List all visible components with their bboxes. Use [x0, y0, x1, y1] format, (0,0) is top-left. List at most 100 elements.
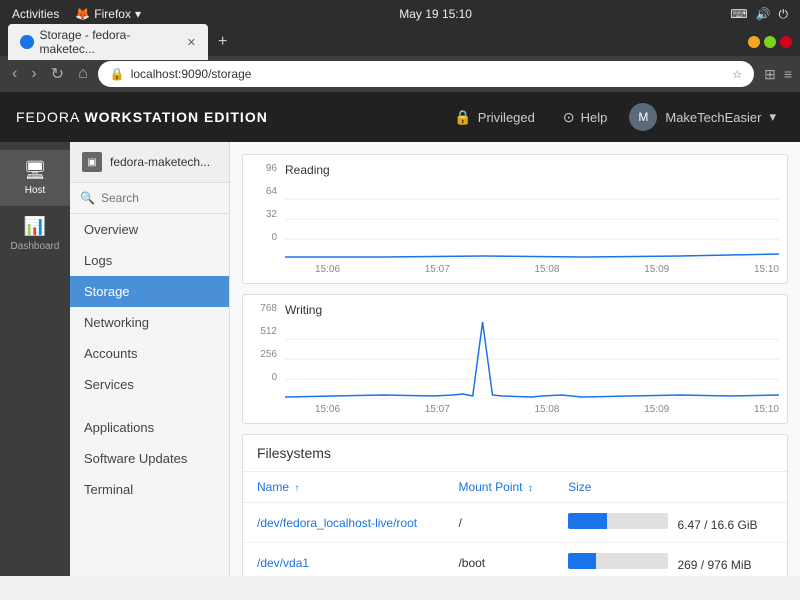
reading-chart-area: Reading 15:06 15:07	[285, 163, 779, 275]
tab-favicon	[20, 35, 34, 49]
progress-bar	[568, 553, 668, 569]
writing-chart-area: Writing 15:06 15:07	[285, 303, 779, 415]
nav-services[interactable]: Services	[70, 369, 229, 400]
title-bar: Storage - fedora-maketec... ✕ +	[0, 28, 800, 56]
help-icon: ⊙	[563, 109, 575, 126]
activities-button[interactable]: Activities	[12, 7, 59, 21]
sidebar-item-label: Dashboard	[11, 241, 60, 252]
fs-mount: /boot	[444, 543, 554, 577]
nav-section-2: Applications Software Updates Terminal	[70, 412, 229, 505]
clock: May 19 15:10	[399, 7, 472, 21]
nav-accounts[interactable]: Accounts	[70, 338, 229, 369]
window-controls	[748, 36, 792, 48]
help-label: Help	[581, 110, 608, 125]
writing-chart-wrapper: 768 512 256 0 Writing	[251, 303, 779, 415]
close-button[interactable]	[780, 36, 792, 48]
reading-chart-title: Reading	[285, 163, 779, 177]
logo-bold: WORKSTATION EDITION	[84, 109, 267, 125]
host-icon: ▣	[82, 152, 102, 172]
writing-x-axis: 15:06 15:07 15:08 15:09 15:10	[285, 404, 779, 415]
user-menu[interactable]: M MakeTechEasier ▾	[621, 103, 784, 131]
host-name: fedora-maketech...	[110, 155, 210, 169]
system-tray: ⌨ 🔊 ⏻	[730, 7, 788, 22]
user-menu-arrow: ▾	[769, 109, 776, 125]
writing-chart-section: 768 512 256 0 Writing	[242, 294, 788, 424]
nav-applications[interactable]: Applications	[70, 412, 229, 443]
nav-software-updates[interactable]: Software Updates	[70, 443, 229, 474]
host-header: ▣ fedora-maketech...	[70, 142, 229, 183]
power-icon[interactable]: ⏻	[779, 7, 789, 22]
dashboard-icon: 📊	[24, 216, 46, 237]
progress-bar	[568, 513, 668, 529]
col-size[interactable]: Size	[554, 472, 787, 503]
menu-icon[interactable]: ≡	[784, 66, 792, 83]
app: FEDORA WORKSTATION EDITION 🔒 Privileged …	[0, 92, 800, 576]
back-button[interactable]: ‹	[8, 63, 21, 85]
main-layout: 🖥 Host 📊 Dashboard ▣ fedora-maketech... …	[0, 142, 800, 576]
table-row: /dev/fedora_localhost-live/root / 6.47 /…	[243, 503, 787, 543]
firefox-icon: 🦊	[75, 7, 90, 21]
writing-y-axis: 768 512 256 0	[251, 303, 281, 383]
app-navbar: FEDORA WORKSTATION EDITION 🔒 Privileged …	[0, 92, 800, 142]
keyboard-icon: ⌨	[730, 7, 747, 21]
progress-fill	[568, 553, 596, 569]
fs-name-link[interactable]: /dev/fedora_localhost-live/root	[257, 516, 417, 530]
maximize-button[interactable]	[764, 36, 776, 48]
fs-size: 269 / 976 MiB	[554, 543, 787, 577]
minimize-button[interactable]	[748, 36, 760, 48]
app-logo: FEDORA WORKSTATION EDITION	[16, 109, 268, 125]
filesystems-table: Name ↑ Mount Point ↕ Size	[243, 472, 787, 576]
privileged-label: Privileged	[478, 110, 535, 125]
lock-icon: 🔒	[454, 109, 471, 126]
user-name: MakeTechEasier	[665, 110, 761, 125]
nav-networking[interactable]: Networking	[70, 307, 229, 338]
search-input[interactable]	[101, 191, 219, 205]
help-button[interactable]: ⊙ Help	[549, 109, 621, 126]
extensions-icon[interactable]: ⊞	[764, 66, 776, 83]
volume-icon: 🔊	[756, 7, 771, 21]
progress-fill	[568, 513, 607, 529]
reading-chart-svg	[285, 179, 779, 259]
left-nav: ▣ fedora-maketech... 🔍 Overview Logs Sto…	[70, 142, 230, 576]
nav-storage[interactable]: Storage	[70, 276, 229, 307]
address-bar[interactable]: 🔒 localhost:9090/storage ☆	[98, 61, 754, 87]
tab-close-button[interactable]: ✕	[187, 36, 196, 49]
firefox-menu[interactable]: 🦊 Firefox ▾	[75, 7, 141, 21]
content-area: 96 64 32 0 Reading	[230, 142, 800, 576]
fs-name-link[interactable]: /dev/vda1	[257, 556, 309, 570]
address-text: localhost:9090/storage	[131, 67, 727, 81]
sidebar-item-host[interactable]: 🖥 Host	[0, 150, 70, 206]
size-text: 269 / 976 MiB	[677, 558, 751, 572]
forward-button[interactable]: ›	[27, 63, 40, 85]
home-button[interactable]: ⌂	[74, 63, 92, 85]
sidebar-item-label: Host	[25, 185, 46, 196]
fs-size: 6.47 / 16.6 GiB	[554, 503, 787, 543]
logo-light: FEDORA	[16, 109, 84, 125]
filesystems-section: Filesystems Name ↑ Mount Point ↕	[242, 434, 788, 576]
writing-chart-title: Writing	[285, 303, 779, 317]
search-icon: 🔍	[80, 191, 95, 205]
avatar: M	[629, 103, 657, 131]
bookmark-icon[interactable]: ☆	[732, 68, 742, 81]
nav-overview[interactable]: Overview	[70, 214, 229, 245]
new-tab-button[interactable]: +	[214, 33, 231, 51]
lock-icon: 🔒	[110, 67, 125, 81]
writing-chart-svg	[285, 319, 779, 399]
nav-terminal[interactable]: Terminal	[70, 474, 229, 505]
sort-icon: ↑	[294, 483, 299, 494]
nav-items: Overview Logs Storage Networking Account…	[70, 214, 229, 400]
col-name[interactable]: Name ↑	[243, 472, 444, 503]
reload-button[interactable]: ↻	[47, 62, 68, 86]
host-icon: 🖥	[24, 160, 47, 181]
privileged-button[interactable]: 🔒 Privileged	[440, 109, 549, 126]
sort-icon: ↕	[528, 483, 533, 494]
toolbar-icons: ⊞ ≡	[764, 66, 792, 83]
nav-logs[interactable]: Logs	[70, 245, 229, 276]
sidebar-item-dashboard[interactable]: 📊 Dashboard	[0, 206, 70, 262]
search-box: 🔍	[70, 183, 229, 214]
col-mount[interactable]: Mount Point ↕	[444, 472, 554, 503]
sidebar: 🖥 Host 📊 Dashboard	[0, 142, 70, 576]
browser-tab[interactable]: Storage - fedora-maketec... ✕	[8, 24, 208, 60]
tab-title: Storage - fedora-maketec...	[40, 28, 181, 56]
reading-y-axis: 96 64 32 0	[251, 163, 281, 243]
